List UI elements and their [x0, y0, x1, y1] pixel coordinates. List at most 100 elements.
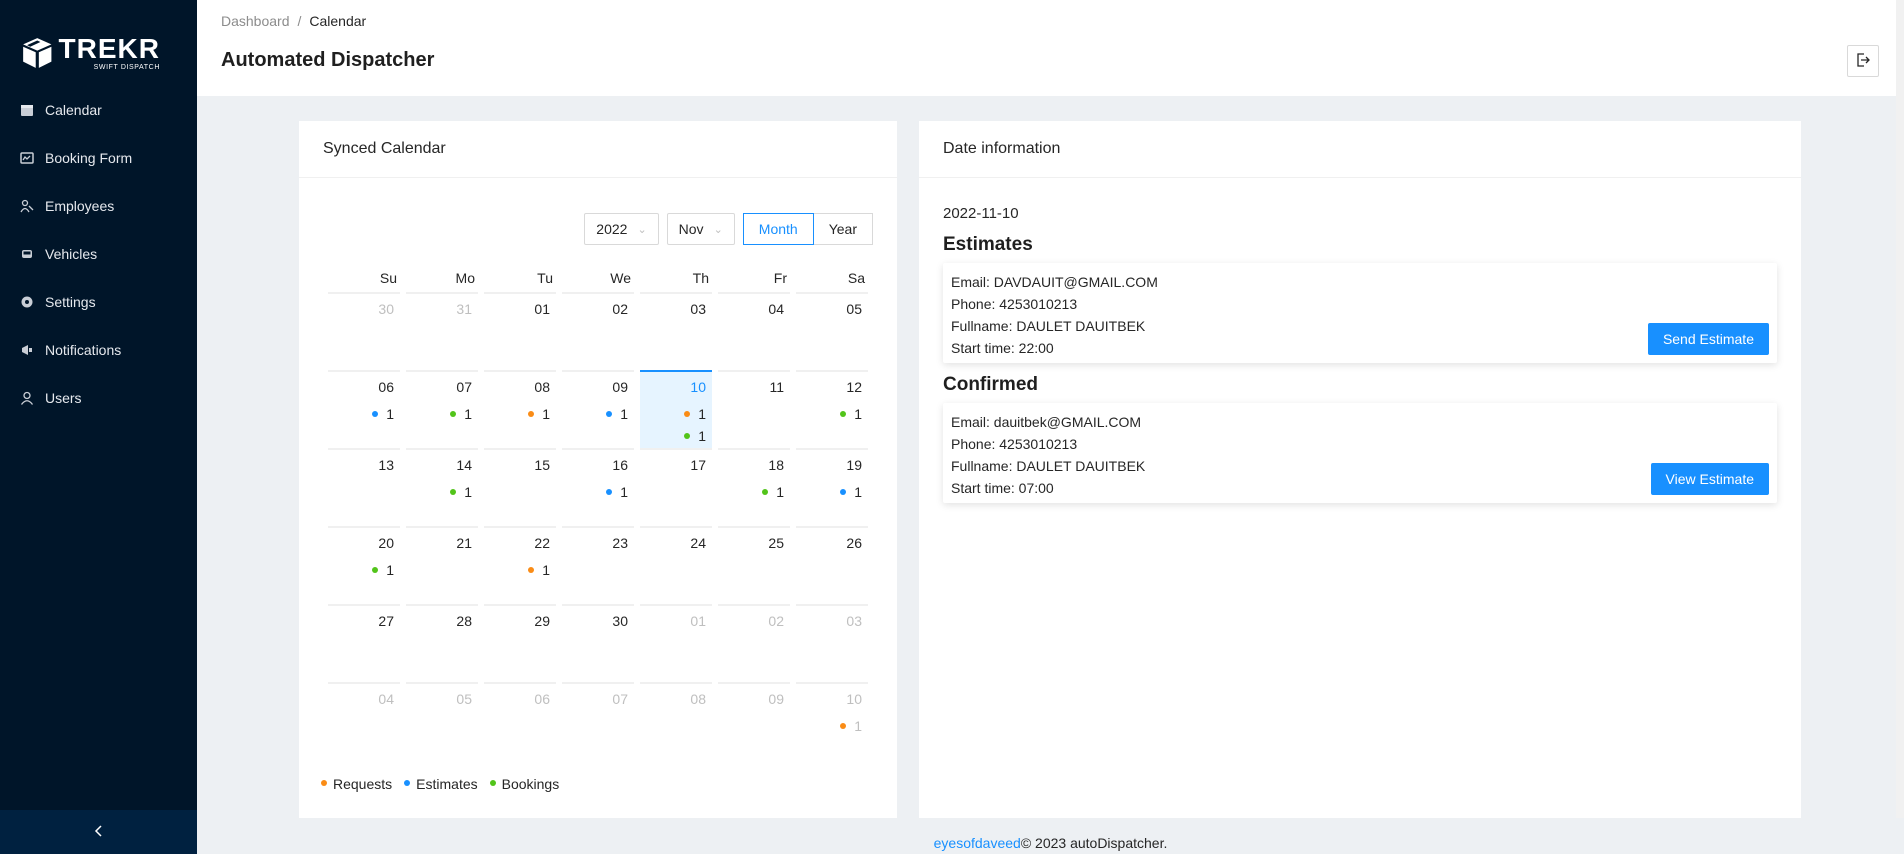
badge-count: 1	[386, 562, 394, 578]
calendar-day[interactable]: 06	[484, 682, 556, 760]
sidebar: TREKR SWIFT DISPATCH Calendar Booking Fo…	[0, 0, 197, 854]
year-select[interactable]: 2022 ⌄	[584, 213, 659, 245]
badge-count: 1	[620, 406, 628, 422]
sidebar-item-employees[interactable]: Employees	[0, 182, 197, 230]
calendar-day[interactable]: 25	[718, 526, 790, 604]
year-value: 2022	[596, 221, 628, 237]
day-number: 02	[768, 613, 784, 629]
day-number: 03	[690, 301, 706, 317]
breadcrumb-dashboard[interactable]: Dashboard	[221, 13, 290, 29]
calendar-day[interactable]: 14 1	[406, 448, 478, 526]
weekday-label: Tu	[537, 270, 553, 286]
day-number: 31	[456, 301, 472, 317]
sidebar-item-booking-form[interactable]: Booking Form	[0, 134, 197, 182]
calendar-day[interactable]: 22 1	[484, 526, 556, 604]
estimate-badge: 1	[562, 481, 628, 503]
booking-dot	[372, 567, 379, 574]
calendar-day[interactable]: 04	[328, 682, 400, 760]
day-number: 26	[846, 535, 862, 551]
calendar-day[interactable]: 04	[718, 292, 790, 370]
sidebar-item-notifications[interactable]: Notifications	[0, 326, 197, 374]
calendar-day[interactable]: 03	[640, 292, 712, 370]
day-number: 12	[846, 379, 862, 395]
sidebar-item-vehicles[interactable]: Vehicles	[0, 230, 197, 278]
calendar-legend: Requests Estimates Bookings	[321, 776, 559, 792]
calendar-day[interactable]: 02	[718, 604, 790, 682]
calendar-day[interactable]: 10 1 1	[640, 370, 712, 448]
date-info-title: Date information	[919, 121, 1801, 178]
request-dot	[528, 567, 535, 574]
calendar-day[interactable]: 08	[640, 682, 712, 760]
calendar-day[interactable]: 13	[328, 448, 400, 526]
day-number: 09	[612, 379, 628, 395]
logout-button[interactable]	[1847, 45, 1879, 77]
calendar-day[interactable]: 11	[718, 370, 790, 448]
request-badge: 1	[484, 559, 550, 581]
calendar-day[interactable]: 29	[484, 604, 556, 682]
badge-count: 1	[542, 562, 550, 578]
brand-logo[interactable]: TREKR SWIFT DISPATCH	[20, 30, 160, 76]
calendar-day[interactable]: 20 1	[328, 526, 400, 604]
sidebar-collapse-button[interactable]	[0, 810, 197, 854]
booking-dot	[489, 780, 496, 786]
calendar-day[interactable]: 16 1	[562, 448, 634, 526]
calendar-day[interactable]: 23	[562, 526, 634, 604]
badge-count: 1	[698, 406, 706, 422]
calendar-day[interactable]: 19 1	[796, 448, 868, 526]
calendar-day[interactable]: 17	[640, 448, 712, 526]
sidebar-item-settings[interactable]: Settings	[0, 278, 197, 326]
calendar-day[interactable]: 09 1	[562, 370, 634, 448]
calendar-week: 13 14 1 15 16 1 17 18 1 19 1	[325, 448, 871, 526]
calendar-day[interactable]: 30	[562, 604, 634, 682]
year-mode-button[interactable]: Year	[813, 213, 873, 245]
estimates-heading: Estimates	[943, 234, 1033, 255]
brand-tagline: SWIFT DISPATCH	[93, 64, 160, 71]
booking-badge: 1	[796, 403, 862, 425]
send-estimate-button[interactable]: Send Estimate	[1647, 323, 1769, 355]
calendar-day[interactable]: 28	[406, 604, 478, 682]
calendar-day[interactable]: 15	[484, 448, 556, 526]
sidebar-item-calendar[interactable]: Calendar	[0, 86, 197, 134]
legend-estimate: Estimates	[404, 776, 478, 792]
calendar-day[interactable]: 07	[562, 682, 634, 760]
day-number: 22	[534, 535, 550, 551]
estimate-dot	[606, 489, 613, 496]
calendar-day[interactable]: 01	[640, 604, 712, 682]
day-number: 07	[456, 379, 472, 395]
day-number: 30	[378, 301, 394, 317]
footer-author-link[interactable]: eyesofdaveed	[934, 835, 1021, 851]
calendar-day[interactable]: 07 1	[406, 370, 478, 448]
booking-dot	[762, 489, 769, 496]
day-number: 15	[534, 457, 550, 473]
calendar-day[interactable]: 08 1	[484, 370, 556, 448]
calendar-day[interactable]: 18 1	[718, 448, 790, 526]
page-header: Dashboard / Calendar Automated Dispatcher	[197, 0, 1904, 96]
day-number: 30	[612, 613, 628, 629]
sidebar-item-users[interactable]: Users	[0, 374, 197, 422]
calendar-day[interactable]: 21	[406, 526, 478, 604]
calendar-day[interactable]: 03	[796, 604, 868, 682]
calendar-day[interactable]: 09	[718, 682, 790, 760]
calendar-controls: 2022 ⌄ Nov ⌄ Month Year	[584, 213, 873, 245]
calendar-day[interactable]: 02	[562, 292, 634, 370]
badge-count: 1	[464, 406, 472, 422]
calendar-day[interactable]: 26	[796, 526, 868, 604]
calendar-day[interactable]: 01	[484, 292, 556, 370]
day-number: 23	[612, 535, 628, 551]
month-mode-button[interactable]: Month	[742, 213, 814, 245]
booking-badge: 1	[406, 403, 472, 425]
calendar-day[interactable]: 24	[640, 526, 712, 604]
month-select[interactable]: Nov ⌄	[666, 213, 735, 245]
calendar-day[interactable]: 27	[328, 604, 400, 682]
page-scrollbar[interactable]	[1896, 0, 1904, 854]
calendar-day[interactable]: 10 1	[796, 682, 868, 760]
calendar-day[interactable]: 30	[328, 292, 400, 370]
calendar-day[interactable]: 05	[796, 292, 868, 370]
view-estimate-button[interactable]: View Estimate	[1650, 463, 1769, 495]
calendar-day[interactable]: 12 1	[796, 370, 868, 448]
calendar-day[interactable]: 06 1	[328, 370, 400, 448]
request-badge: 1	[796, 715, 862, 737]
day-number: 03	[846, 613, 862, 629]
calendar-day[interactable]: 31	[406, 292, 478, 370]
calendar-day[interactable]: 05	[406, 682, 478, 760]
